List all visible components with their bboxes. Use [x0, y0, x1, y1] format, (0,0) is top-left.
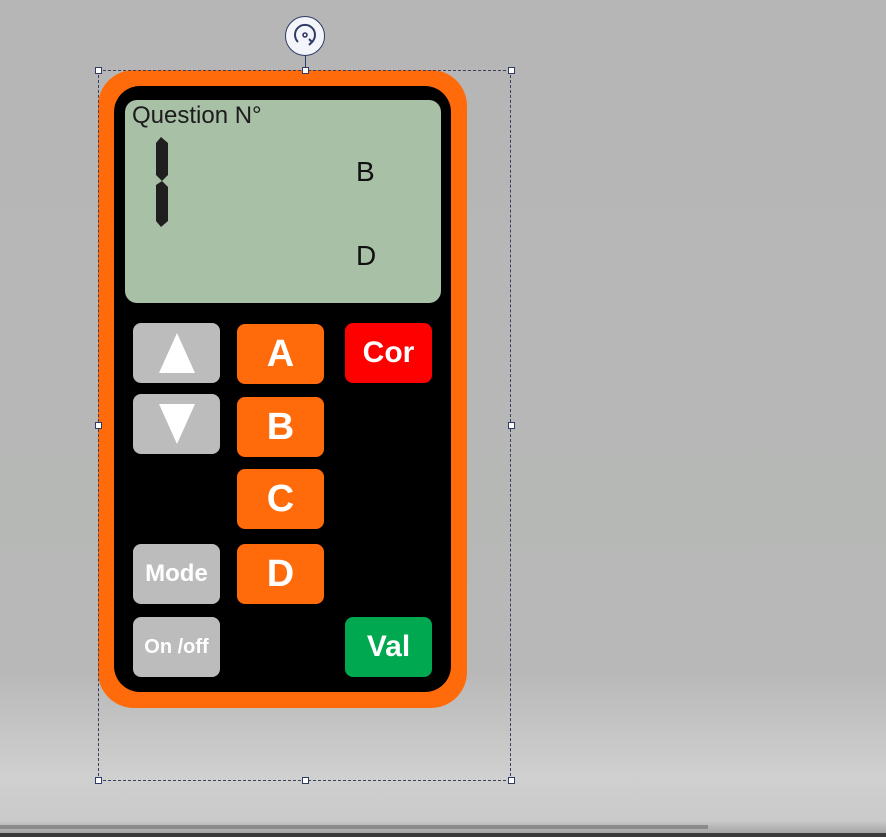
rotate-handle[interactable]: [285, 16, 325, 56]
scrollbar-horizontal[interactable]: [0, 825, 708, 829]
resize-handle-right[interactable]: [508, 422, 515, 429]
window-bottom-edge: [0, 833, 886, 837]
resize-handle-bottom-left[interactable]: [95, 777, 102, 784]
rotate-icon: [294, 23, 316, 46]
resize-handle-left[interactable]: [95, 422, 102, 429]
resize-handle-top-right[interactable]: [508, 67, 515, 74]
resize-handle-top-left[interactable]: [95, 67, 102, 74]
resize-handle-bottom-right[interactable]: [508, 777, 515, 784]
resize-handle-top[interactable]: [302, 67, 309, 74]
selection-box: [98, 70, 511, 781]
resize-handle-bottom[interactable]: [302, 777, 309, 784]
